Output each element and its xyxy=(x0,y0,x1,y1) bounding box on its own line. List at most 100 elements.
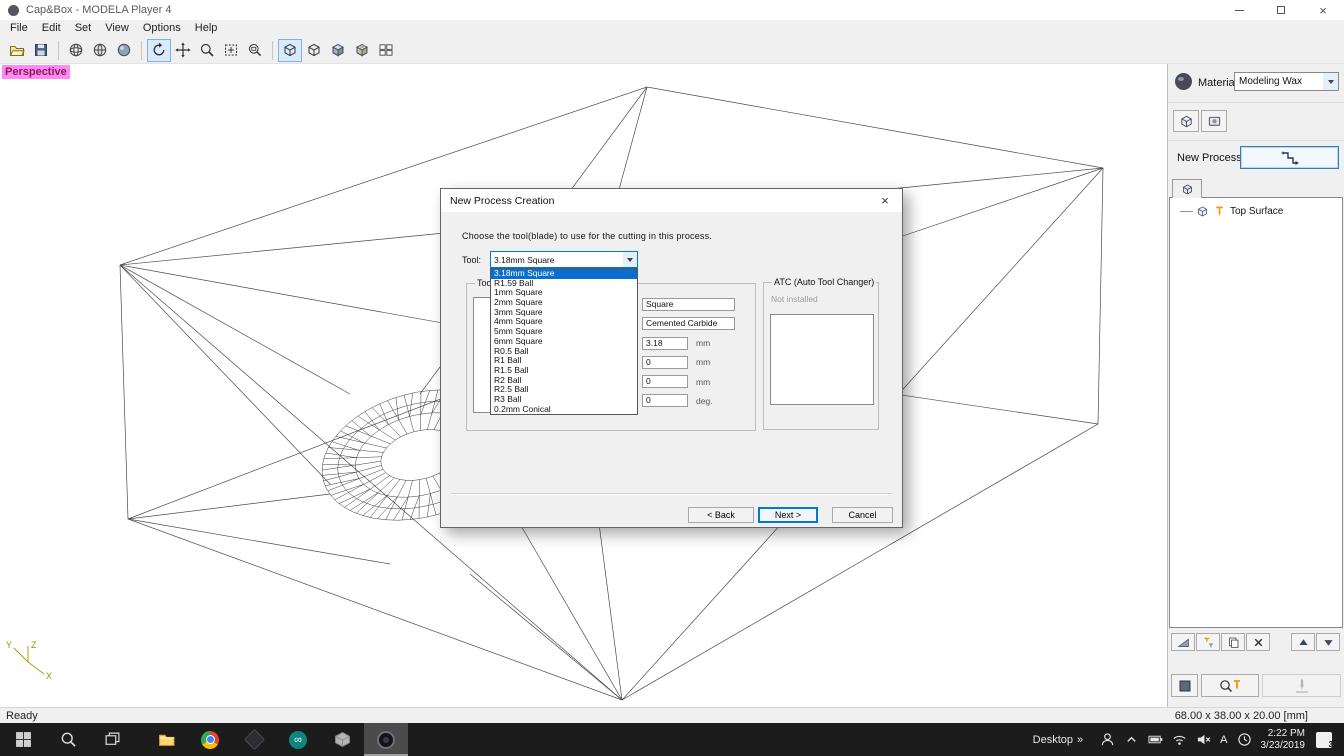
tool-dropdown[interactable]: 3.18mm Square xyxy=(490,251,638,268)
rotate-view-button[interactable] xyxy=(147,38,171,62)
spec-field[interactable]: 0 xyxy=(642,355,688,369)
dialog-instruction: Choose the tool(blade) to use for the cu… xyxy=(462,231,713,241)
taskbar-browser[interactable] xyxy=(188,723,232,756)
axis-z-label: Z xyxy=(31,640,37,650)
zoom-region-button[interactable] xyxy=(243,39,267,62)
unit-label: mm xyxy=(696,376,711,387)
cube-wireframe-icon xyxy=(284,43,296,57)
delete-process-button[interactable] xyxy=(1246,633,1270,651)
tool-option[interactable]: 0.2mm Conical xyxy=(491,404,637,415)
minimize-button[interactable] xyxy=(1218,0,1260,20)
taskbar-time: 2:22 PM xyxy=(1267,728,1305,739)
taskbar-file-explorer[interactable] xyxy=(144,723,188,756)
modela-player-icon xyxy=(377,730,395,749)
back-button[interactable]: < Back xyxy=(688,507,754,523)
dialog-titlebar: New Process Creation × xyxy=(441,189,902,212)
spec-field[interactable]: Square xyxy=(642,298,735,311)
app-window: Cap&Box - MODELA Player 4 × File Edit Set V… xyxy=(0,0,1344,756)
move-up-button[interactable] xyxy=(1291,633,1315,651)
cube-shaded-button[interactable] xyxy=(326,39,350,62)
clock-icon[interactable] xyxy=(1237,732,1252,747)
tree-item-top-surface[interactable]: Top Surface xyxy=(1180,204,1283,219)
close-button[interactable]: × xyxy=(1302,0,1344,20)
shaded-view-button[interactable] xyxy=(112,39,136,62)
menu-file[interactable]: File xyxy=(3,20,35,37)
menu-view[interactable]: View xyxy=(98,20,136,37)
spec-field[interactable]: 3.18 xyxy=(642,336,688,350)
save-button[interactable] xyxy=(29,39,53,62)
close-icon: × xyxy=(1319,2,1327,18)
next-button[interactable]: Next > xyxy=(758,507,818,523)
model-settings-button[interactable] xyxy=(1173,110,1199,132)
taskbar-date: 3/23/2019 xyxy=(1260,739,1306,751)
cube-hidden-line-button[interactable] xyxy=(302,39,326,62)
status-bar: Ready 68.00 x 38.00 x 20.00 [mm] xyxy=(0,707,1344,723)
desktop-toolbar[interactable]: Desktop » xyxy=(1033,734,1083,746)
axis-y-label: Y xyxy=(6,640,12,650)
search-button[interactable] xyxy=(46,723,90,756)
start-cutting-button[interactable] xyxy=(1262,674,1341,697)
copy-process-button[interactable] xyxy=(1221,633,1245,651)
move-down-button[interactable] xyxy=(1316,633,1340,651)
desktop-label: Desktop xyxy=(1032,733,1074,746)
spec-row: 0 mm xyxy=(642,375,735,389)
copy-icon xyxy=(1228,637,1238,648)
tool-select-button[interactable] xyxy=(1201,674,1259,697)
surface-ramp-button[interactable] xyxy=(1171,633,1195,651)
new-process-button[interactable] xyxy=(1240,146,1339,169)
maximize-icon xyxy=(1277,6,1285,14)
volume-muted-icon[interactable] xyxy=(1196,732,1211,747)
material-dropdown[interactable]: Modeling Wax xyxy=(1234,72,1339,91)
menu-set[interactable]: Set xyxy=(68,20,99,37)
wifi-icon[interactable] xyxy=(1172,732,1187,747)
battery-icon[interactable] xyxy=(1148,732,1163,747)
menu-edit[interactable]: Edit xyxy=(35,20,68,37)
tool-setting-button[interactable] xyxy=(1196,633,1220,651)
taskbar-app-2[interactable]: ∞ xyxy=(276,723,320,756)
material-value: Modeling Wax xyxy=(1239,76,1302,87)
fit-view-button[interactable] xyxy=(219,39,243,62)
system-tray: Desktop » A 2:22 PM 3/23/2019 3 xyxy=(1033,723,1344,756)
taskbar-app-3[interactable] xyxy=(320,723,364,756)
open-file-button[interactable] xyxy=(5,39,29,62)
menu-help[interactable]: Help xyxy=(188,20,225,37)
spec-field[interactable]: 0 xyxy=(642,394,688,408)
hidden-line-view-button[interactable] xyxy=(88,39,112,62)
taskbar-clock[interactable]: 2:22 PM 3/23/2019 xyxy=(1261,728,1306,751)
ime-indicator[interactable]: A xyxy=(1220,734,1227,746)
pan-view-button[interactable] xyxy=(171,39,195,62)
preview-button[interactable] xyxy=(1171,674,1198,697)
start-button[interactable] xyxy=(0,723,46,756)
show-hidden-icons-chevron[interactable] xyxy=(1124,732,1139,747)
task-view-button[interactable] xyxy=(90,723,134,756)
origin-settings-button[interactable] xyxy=(1201,110,1227,132)
tool-search-icon xyxy=(1220,679,1240,692)
overflow-chevron: » xyxy=(1077,733,1084,746)
cancel-button[interactable]: Cancel xyxy=(832,507,893,523)
process-tree[interactable]: Top Surface xyxy=(1169,197,1343,628)
four-view-layout-button[interactable] xyxy=(374,39,398,62)
cube-wireframe-button[interactable] xyxy=(278,38,302,62)
action-center-button[interactable]: 3 xyxy=(1314,730,1334,750)
taskbar-modela-player[interactable] xyxy=(364,723,408,756)
people-icon[interactable] xyxy=(1100,732,1115,747)
taskbar-app-1[interactable] xyxy=(232,723,276,756)
toolbar-separator xyxy=(58,40,59,60)
spec-field[interactable]: 0 xyxy=(642,375,688,389)
dialog-close-button[interactable]: × xyxy=(868,189,902,212)
zoom-view-button[interactable] xyxy=(195,39,219,62)
app2-infinity-icon: ∞ xyxy=(289,730,307,749)
unit-label: deg. xyxy=(696,395,713,406)
minimize-icon xyxy=(1234,9,1244,11)
menu-options[interactable]: Options xyxy=(136,20,188,37)
maximize-button[interactable] xyxy=(1260,0,1302,20)
cube-textured-button[interactable] xyxy=(350,39,374,62)
new-process-dialog: New Process Creation × Choose the tool(b… xyxy=(440,188,903,528)
spec-field[interactable]: Cemented Carbide xyxy=(642,317,735,331)
save-icon xyxy=(35,44,47,56)
panel-divider xyxy=(1168,140,1344,141)
process-tab[interactable] xyxy=(1172,179,1202,198)
toolbar-separator xyxy=(141,40,142,60)
wireframe-view-button[interactable] xyxy=(64,39,88,62)
windows-logo-icon xyxy=(15,732,31,747)
